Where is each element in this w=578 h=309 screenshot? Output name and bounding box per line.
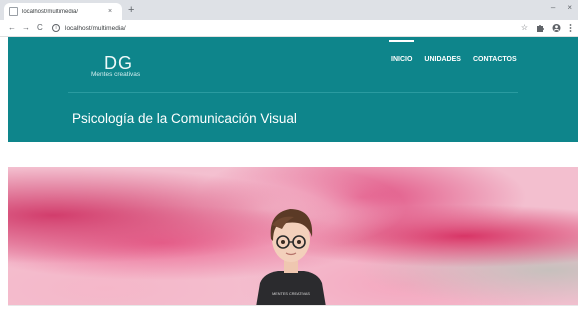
page-bottom-divider — [8, 305, 578, 306]
tab-close-icon[interactable]: × — [108, 8, 112, 15]
browser-toolbar: ← → C i localhost/multimedia/ ☆ — [0, 20, 578, 37]
new-tab-button[interactable]: + — [128, 4, 134, 16]
site-logo-subtitle: Mentes creativas — [91, 71, 141, 78]
window-controls: – × — [551, 3, 572, 12]
forward-button[interactable]: → — [22, 22, 30, 34]
close-window-button[interactable]: × — [567, 3, 572, 12]
page-title: Psicología de la Comunicación Visual — [72, 111, 297, 126]
nav-unidades[interactable]: UNIDADES — [424, 56, 461, 63]
hero-image: MENTES CREATIVAS — [8, 167, 578, 305]
minimize-button[interactable]: – — [551, 3, 555, 12]
extensions-icon[interactable] — [536, 22, 544, 34]
address-bar[interactable]: i localhost/multimedia/ — [52, 22, 507, 34]
info-icon[interactable]: i — [52, 24, 60, 32]
reload-button[interactable]: C — [37, 22, 43, 34]
page-icon — [9, 7, 18, 16]
browser-tab-strip: localhost/multimedia/ × + – × — [0, 0, 578, 20]
bookmark-star-icon[interactable]: ☆ — [521, 22, 528, 34]
back-button[interactable]: ← — [8, 22, 16, 34]
toolbar-icons: ☆ — [521, 22, 572, 34]
browser-tab[interactable]: localhost/multimedia/ × — [4, 3, 122, 20]
shirt-text: MENTES CREATIVAS — [272, 292, 310, 296]
nav-contactos[interactable]: CONTACTOS — [473, 56, 517, 63]
main-nav: INICIO UNIDADES CONTACTOS — [388, 40, 529, 63]
avatar-illustration: MENTES CREATIVAS — [256, 209, 326, 305]
profile-icon[interactable] — [552, 22, 561, 34]
menu-icon[interactable] — [569, 22, 572, 34]
url-text[interactable]: localhost/multimedia/ — [65, 25, 126, 32]
tab-title: localhost/multimedia/ — [22, 8, 79, 15]
header-divider — [68, 92, 518, 93]
nav-inicio[interactable]: INICIO — [388, 40, 415, 63]
site-header: DG Mentes creativas INICIO UNIDADES CONT… — [8, 37, 578, 142]
